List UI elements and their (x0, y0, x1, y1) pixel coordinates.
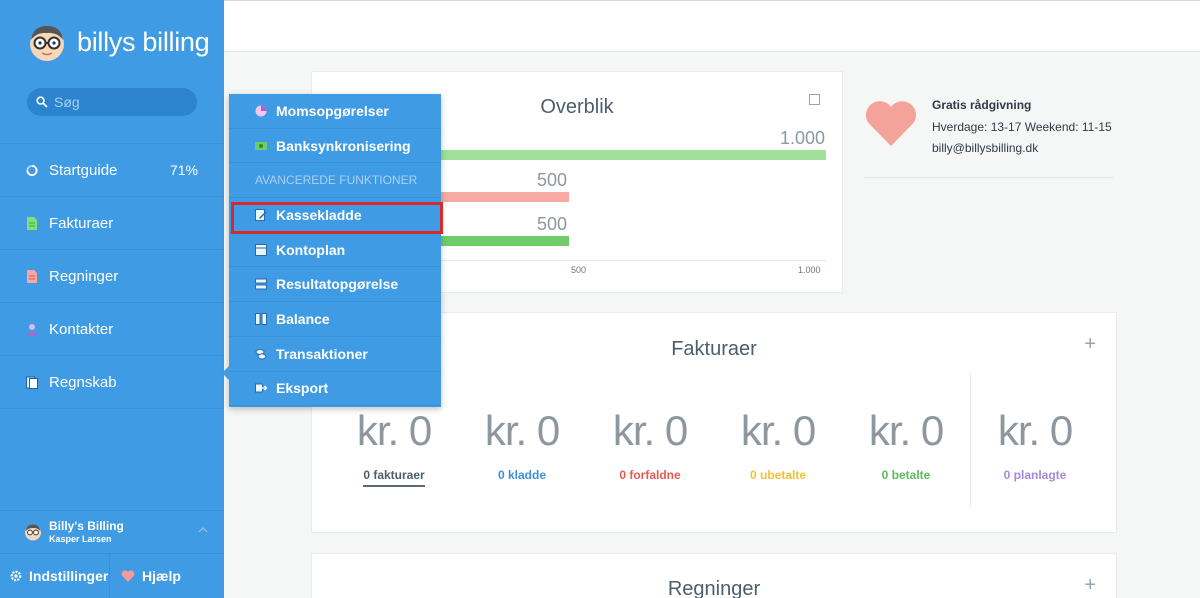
balance-icon (255, 312, 267, 325)
sidebar: billys billing Startguide 71% Fakturaer … (0, 0, 224, 598)
menu-item-balance[interactable]: Balance (229, 302, 441, 337)
menu-item-label: Kassekladde (276, 206, 362, 223)
menu-item-resultatopgorelse[interactable]: Resultatopgørelse (229, 267, 441, 303)
sidebar-footer: Indstillinger Hjælp (0, 553, 224, 598)
axis-tick: 500 (571, 265, 587, 275)
overview-bar-label: 1.000 (780, 128, 826, 148)
stat-label: 0 kladde (497, 468, 547, 482)
chart-of-accounts-icon (255, 243, 267, 256)
regninger-card: Regninger + (311, 553, 1117, 598)
stat-amount: kr. 0 (997, 407, 1073, 454)
menu-item-label: Eksport (276, 380, 329, 397)
stat-planlagte[interactable]: kr. 0 0 planlagte (971, 407, 1099, 485)
add-bill-button[interactable]: + (1084, 574, 1096, 597)
invoice-icon (27, 216, 37, 230)
menu-item-banksynkronisering[interactable]: Banksynkronisering (229, 129, 441, 164)
stat-amount: kr. 0 (484, 407, 560, 454)
heart-icon (865, 101, 917, 146)
user-name: Kasper Larsen (49, 534, 112, 544)
menu-item-label: Kontoplan (276, 241, 346, 258)
sidebar-item-startguide[interactable]: Startguide 71% (0, 144, 224, 197)
avatar (25, 524, 41, 540)
help-label: Hjælp (142, 568, 181, 584)
settings-label: Indstillinger (29, 568, 109, 584)
logo[interactable]: billys billing (27, 22, 210, 62)
stat-label: 0 planlagte (1003, 468, 1067, 482)
menu-item-momsopgorelser[interactable]: Momsopgørelser (229, 94, 441, 129)
stat-label: 0 forfaldne (619, 468, 681, 482)
stat-forfaldne[interactable]: kr. 0 0 forfaldne (586, 407, 714, 485)
sidebar-nav: Startguide 71% Fakturaer Regninger Konta… (0, 143, 224, 409)
search-box[interactable] (27, 88, 197, 116)
pie-chart-icon (255, 105, 267, 117)
heart-icon (121, 570, 135, 582)
menu-item-eksport[interactable]: Eksport (229, 372, 441, 407)
add-invoice-button[interactable]: + (1084, 333, 1096, 356)
edit-document-icon (255, 208, 267, 221)
menu-item-kontoplan[interactable]: Kontoplan (229, 233, 441, 268)
stat-kladde[interactable]: kr. 0 0 kladde (458, 407, 586, 485)
money-icon (255, 141, 267, 150)
advice-panel: Gratis rådgivning Hverdage: 13-17 Weeken… (864, 90, 1114, 178)
stat-amount: kr. 0 (868, 407, 944, 454)
topbar (224, 0, 1200, 52)
sidebar-item-label: Regninger (49, 267, 119, 285)
stat-fakturaer[interactable]: kr. 0 0 fakturaer (330, 407, 458, 487)
chevron-up-icon[interactable] (198, 525, 208, 535)
settings-button[interactable]: Indstillinger (0, 554, 110, 598)
sidebar-item-label: Startguide (49, 161, 118, 179)
startguide-progress: 71% (169, 162, 198, 178)
menu-item-kassekladde[interactable]: Kassekladde (229, 198, 443, 234)
overview-bar-label: 500 (536, 214, 567, 234)
calendar-icon[interactable] (809, 94, 820, 105)
advice-title: Gratis rådgivning (932, 98, 1032, 112)
stat-amount: kr. 0 (612, 407, 688, 454)
search-input[interactable] (54, 94, 184, 110)
menu-item-label: Resultatopgørelse (276, 276, 399, 293)
stat-label: 0 ubetalte (749, 468, 806, 482)
sidebar-item-label: Kontakter (49, 320, 114, 338)
stat-amount: kr. 0 (740, 407, 816, 454)
stat-ubetalte[interactable]: kr. 0 0 ubetalte (714, 407, 842, 485)
dropdown-caret (222, 366, 229, 380)
regnskab-dropdown-menu: Momsopgørelser Banksynkronisering AVANCE… (222, 94, 443, 407)
sidebar-item-regninger[interactable]: Regninger (0, 250, 224, 303)
sidebar-item-kontakter[interactable]: Kontakter (0, 303, 224, 356)
gear-icon (10, 570, 22, 582)
list-icon (255, 278, 267, 290)
stat-betalte[interactable]: kr. 0 0 betalte (842, 407, 970, 485)
search-icon (36, 96, 48, 108)
progress-circle-icon (26, 164, 38, 176)
billy-face-icon (30, 26, 64, 61)
help-button[interactable]: Hjælp (110, 554, 181, 598)
menu-item-label: Banksynkronisering (276, 137, 411, 154)
menu-item-transaktioner[interactable]: Transaktioner (229, 337, 441, 372)
transactions-icon (255, 348, 267, 360)
export-icon (255, 383, 267, 393)
stat-label: 0 fakturaer (363, 468, 425, 487)
regninger-title: Regninger (667, 578, 761, 598)
sidebar-item-label: Fakturaer (49, 214, 114, 232)
company-name: Billy's Billing (49, 519, 124, 533)
chart-axis (424, 260, 826, 261)
bill-icon (27, 269, 37, 283)
menu-section-header: AVANCEREDE FUNKTIONER (229, 163, 441, 199)
stat-label: 0 betalte (881, 468, 931, 482)
menu-item-label: Transaktioner (276, 345, 368, 362)
sidebar-item-label: Regnskab (49, 373, 117, 391)
advice-hours: Hverdage: 13-17 Weekend: 11-15 (932, 119, 1112, 134)
menu-item-label: Momsopgørelser (276, 102, 389, 119)
sidebar-item-regnskab[interactable]: Regnskab (0, 356, 224, 409)
user-menu[interactable]: Billy's Billing Kasper Larsen (0, 510, 224, 552)
advice-email[interactable]: billy@billysbilling.dk (932, 138, 1112, 160)
logo-text: billys billing (77, 26, 210, 57)
contact-icon (26, 323, 38, 336)
stat-amount: kr. 0 (356, 407, 432, 454)
sidebar-item-fakturaer[interactable]: Fakturaer (0, 197, 224, 250)
overview-bar-label: 500 (536, 170, 567, 190)
menu-item-label: Balance (276, 310, 330, 327)
accounting-icon (26, 376, 38, 389)
axis-tick: 1.000 (798, 265, 821, 275)
